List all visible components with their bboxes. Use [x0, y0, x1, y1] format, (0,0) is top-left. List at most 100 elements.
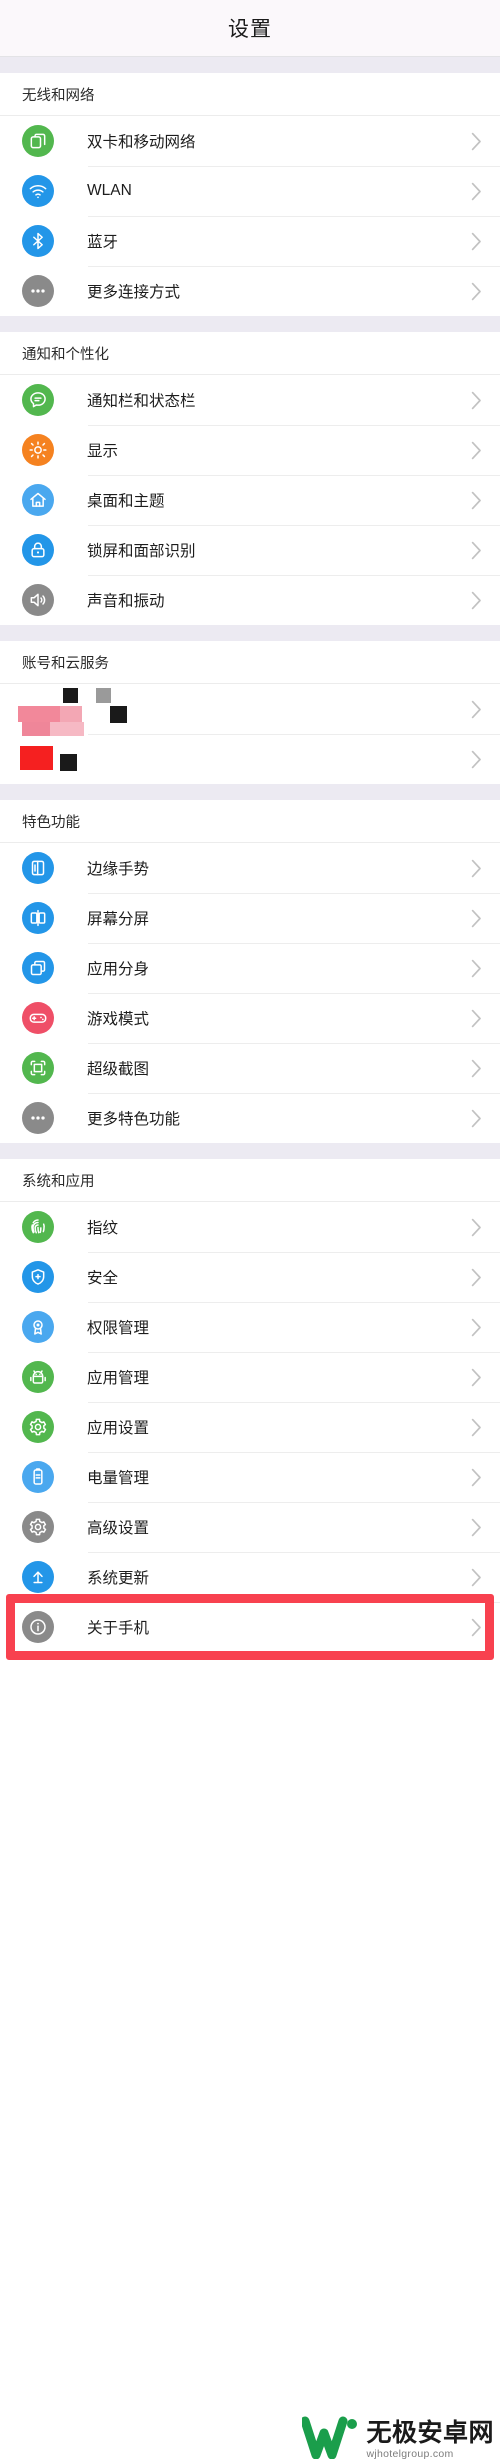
chevron-right-icon	[471, 282, 482, 301]
section-header-1: 通知和个性化	[0, 332, 500, 375]
section-rows-1: 通知栏和状态栏显示桌面和主题锁屏和面部识别 声音和振动	[0, 375, 500, 625]
section-rows-0: 双卡和移动网络 WLAN 蓝牙更多连接方式	[0, 116, 500, 316]
settings-row-label: 屏幕分屏	[87, 911, 150, 928]
settings-row-更多连接方式[interactable]: 更多连接方式	[0, 266, 500, 316]
watermark: 无极安卓网 wjhotelgroup.com	[302, 2415, 494, 2459]
settings-row-应用设置[interactable]: 应用设置	[0, 1402, 500, 1452]
settings-row-桌面和主题[interactable]: 桌面和主题	[0, 475, 500, 525]
app-clone-icon	[22, 952, 54, 984]
more-dots-icon	[22, 275, 54, 307]
chevron-right-icon	[471, 1468, 482, 1487]
section-title: 账号和云服务	[22, 655, 109, 672]
chevron-right-icon	[471, 1618, 482, 1637]
settings-row-label: 安全	[87, 1270, 119, 1287]
chevron-right-icon	[471, 182, 482, 201]
settings-list[interactable]: 无线和网络 双卡和移动网络 WLAN 蓝牙 更多连接方式 通知和个性化 通知栏和状态栏 显示桌…	[0, 57, 500, 1652]
watermark-url: wjhotelgroup.com	[366, 2447, 454, 2460]
settings-row-屏幕分屏[interactable]: 屏幕分屏	[0, 893, 500, 943]
chevron-right-icon	[471, 541, 482, 560]
settings-row-游戏模式[interactable]: 游戏模式	[0, 993, 500, 1043]
section-divider	[0, 625, 500, 641]
chevron-right-icon	[471, 750, 482, 769]
settings-row-双卡和移动网络[interactable]: 双卡和移动网络	[0, 116, 500, 166]
settings-row-label: 蓝牙	[87, 234, 119, 251]
section-divider	[0, 1143, 500, 1159]
watermark-title: 无极安卓网	[366, 2418, 494, 2447]
section-rows-4: 指纹安全权限管理应用管理应用设置电量管理高级设置系统更新关于手机	[0, 1202, 500, 1652]
edge-gesture-icon	[22, 852, 54, 884]
upload-arrow-icon	[22, 1561, 54, 1593]
settings-row-WLAN[interactable]: WLAN	[0, 166, 500, 216]
settings-row-安全[interactable]: 安全	[0, 1252, 500, 1302]
chat-bubble-icon	[22, 384, 54, 416]
settings-row-锁屏和面部识别[interactable]: 锁屏和面部识别	[0, 525, 500, 575]
settings-row-权限管理[interactable]: 权限管理	[0, 1302, 500, 1352]
split-screen-icon	[22, 902, 54, 934]
gamepad-icon	[22, 1002, 54, 1034]
sim-cards-icon	[22, 125, 54, 157]
redacted-block	[110, 706, 127, 723]
settings-row-系统更新[interactable]: 系统更新	[0, 1552, 500, 1602]
settings-row-label: 权限管理	[87, 1320, 150, 1337]
redacted-block	[50, 722, 84, 736]
settings-row-超级截图[interactable]: 超级截图	[0, 1043, 500, 1093]
battery-icon	[22, 1461, 54, 1493]
page-title: 设置	[228, 18, 272, 41]
settings-row-label: 系统更新	[87, 1570, 150, 1587]
settings-row-高级设置[interactable]: 高级设置	[0, 1502, 500, 1552]
settings-row-通知栏和状态栏[interactable]: 通知栏和状态栏	[0, 375, 500, 425]
section-header-2: 账号和云服务	[0, 641, 500, 684]
settings-row-label: 指纹	[87, 1220, 119, 1237]
gear-icon	[22, 1411, 54, 1443]
settings-row-label: 更多特色功能	[87, 1111, 181, 1128]
gear-icon	[22, 1511, 54, 1543]
lock-icon	[22, 534, 54, 566]
chevron-right-icon	[471, 1318, 482, 1337]
settings-row-关于手机[interactable]: 关于手机	[0, 1602, 500, 1652]
brightness-icon	[22, 434, 54, 466]
android-robot-icon	[22, 1361, 54, 1393]
settings-row-label: 电量管理	[87, 1470, 150, 1487]
chevron-right-icon	[471, 591, 482, 610]
settings-row-label: 应用设置	[87, 1420, 150, 1437]
section-divider	[0, 316, 500, 332]
settings-row-蓝牙[interactable]: 蓝牙	[0, 216, 500, 266]
title-bar: 设置	[0, 0, 500, 57]
bluetooth-icon	[22, 225, 54, 257]
settings-row-label: 锁屏和面部识别	[87, 543, 196, 560]
redacted-block	[60, 706, 82, 722]
settings-row-label: 关于手机	[87, 1620, 150, 1637]
settings-row-应用管理[interactable]: 应用管理	[0, 1352, 500, 1402]
settings-row-电量管理[interactable]: 电量管理	[0, 1452, 500, 1502]
settings-row-label: 声音和振动	[87, 593, 165, 610]
redacted-block	[20, 746, 53, 770]
settings-row-显示[interactable]: 显示	[0, 425, 500, 475]
settings-row-label: 高级设置	[87, 1520, 150, 1537]
section-divider	[0, 784, 500, 800]
settings-row-label: 应用分身	[87, 961, 150, 978]
redacted-block	[22, 722, 50, 736]
chevron-right-icon	[471, 232, 482, 251]
info-icon	[22, 1611, 54, 1643]
settings-row-label: 双卡和移动网络	[87, 134, 196, 151]
chevron-right-icon	[471, 1059, 482, 1078]
more-dots-icon	[22, 1102, 54, 1134]
section-divider	[0, 57, 500, 73]
settings-row-label: 游戏模式	[87, 1011, 150, 1028]
wifi-icon	[22, 175, 54, 207]
chevron-right-icon	[471, 1268, 482, 1287]
settings-row-label: 更多连接方式	[87, 284, 181, 301]
settings-row-label: 通知栏和状态栏	[87, 393, 196, 410]
settings-row-应用分身[interactable]: 应用分身	[0, 943, 500, 993]
settings-row-指纹[interactable]: 指纹	[0, 1202, 500, 1252]
settings-row-label: 桌面和主题	[87, 493, 165, 510]
section-title: 系统和应用	[22, 1173, 95, 1190]
settings-row-声音和振动[interactable]: 声音和振动	[0, 575, 500, 625]
redacted-block	[60, 754, 77, 771]
settings-row-边缘手势[interactable]: 边缘手势	[0, 843, 500, 893]
chevron-right-icon	[471, 491, 482, 510]
chevron-right-icon	[471, 909, 482, 928]
settings-row-更多特色功能[interactable]: 更多特色功能	[0, 1093, 500, 1143]
chevron-right-icon	[471, 1218, 482, 1237]
section-rows-3: 边缘手势屏幕分屏应用分身游戏模式超级截图更多特色功能	[0, 843, 500, 1143]
